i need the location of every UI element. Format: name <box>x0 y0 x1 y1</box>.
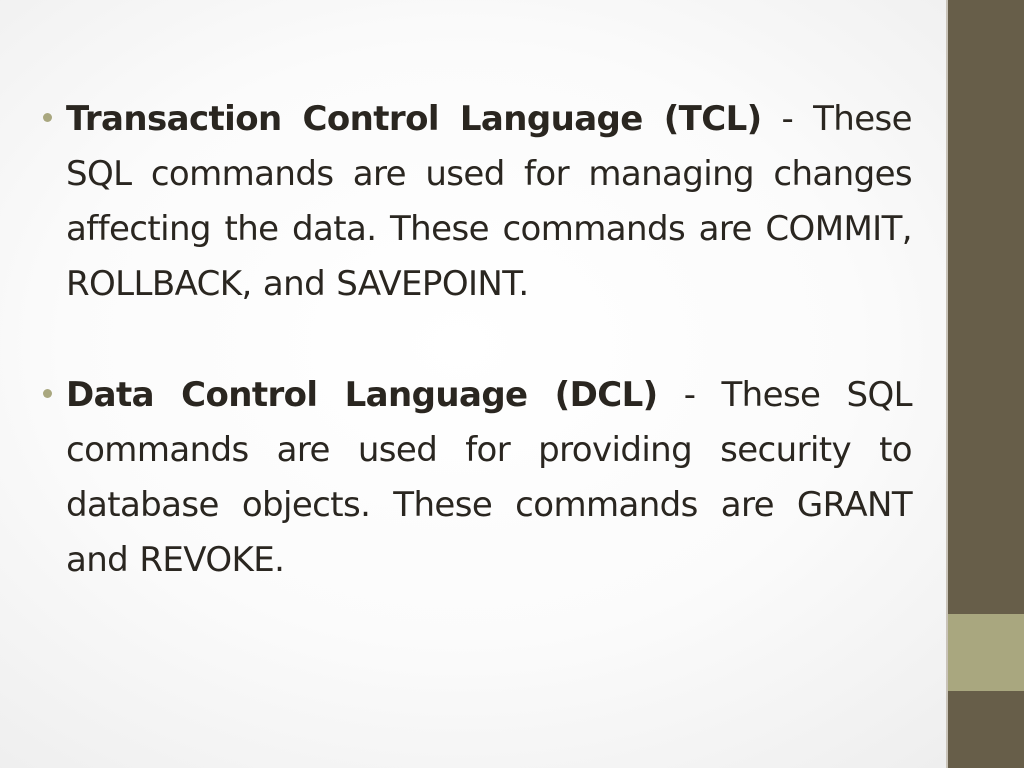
sidebar-band-dark-top <box>948 0 1024 614</box>
bullet-dot-icon <box>43 113 52 122</box>
bullet-item-tcl: Transaction Control Language (TCL) - The… <box>40 92 913 312</box>
sidebar-band-light <box>948 614 1024 691</box>
bullet-text: Data Control Language (DCL) - These SQL … <box>66 368 913 588</box>
sidebar-band-dark-bottom <box>948 691 1024 768</box>
bullet-term: Data Control Language (DCL) <box>66 375 658 415</box>
bullet-dot-icon <box>43 389 52 398</box>
bullet-text: Transaction Control Language (TCL) - The… <box>66 92 913 312</box>
bullet-list: Transaction Control Language (TCL) - The… <box>40 92 913 644</box>
slide-canvas: Transaction Control Language (TCL) - The… <box>0 0 947 768</box>
bullet-term: Transaction Control Language (TCL) <box>66 99 762 139</box>
bullet-item-dcl: Data Control Language (DCL) - These SQL … <box>40 368 913 588</box>
